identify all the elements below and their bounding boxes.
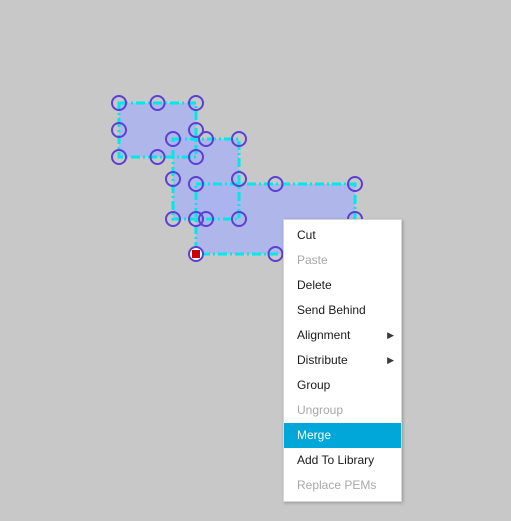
- selected-shapes-group: [111, 95, 363, 262]
- menu-item-paste: Paste: [284, 248, 401, 273]
- menu-item-merge[interactable]: Merge: [284, 423, 401, 448]
- menu-item-label: Group: [297, 378, 331, 392]
- menu-item-label: Merge: [297, 428, 332, 442]
- menu-item-delete[interactable]: Delete: [284, 273, 401, 298]
- menu-item-ungroup: Ungroup: [284, 398, 401, 423]
- menu-item-label: Paste: [297, 253, 328, 267]
- menu-item-label: Distribute: [297, 353, 348, 367]
- menu-item-cut[interactable]: Cut: [284, 223, 401, 248]
- menu-item-label: Send Behind: [297, 303, 366, 317]
- origin-handle[interactable]: [188, 246, 204, 262]
- menu-item-add-to-library[interactable]: Add To Library: [284, 448, 401, 473]
- context-menu[interactable]: Cut Paste Delete Send Behind Alignment ▶ Distr…: [283, 219, 402, 502]
- menu-item-alignment[interactable]: Alignment ▶: [284, 323, 401, 348]
- menu-item-label: Replace PEMs: [297, 478, 377, 492]
- submenu-arrow-icon: ▶: [387, 355, 394, 365]
- menu-item-label: Cut: [297, 228, 316, 242]
- submenu-arrow-icon: ▶: [387, 330, 394, 340]
- menu-item-label: Add To Library: [297, 453, 375, 467]
- menu-item-label: Alignment: [297, 328, 351, 342]
- menu-item-replace-pems: Replace PEMs: [284, 473, 401, 498]
- menu-item-send-behind[interactable]: Send Behind: [284, 298, 401, 323]
- design-canvas[interactable]: [0, 0, 511, 521]
- menu-item-label: Ungroup: [297, 403, 344, 417]
- menu-item-distribute[interactable]: Distribute ▶: [284, 348, 401, 373]
- menu-item-group[interactable]: Group: [284, 373, 401, 398]
- menu-item-label: Delete: [297, 278, 332, 292]
